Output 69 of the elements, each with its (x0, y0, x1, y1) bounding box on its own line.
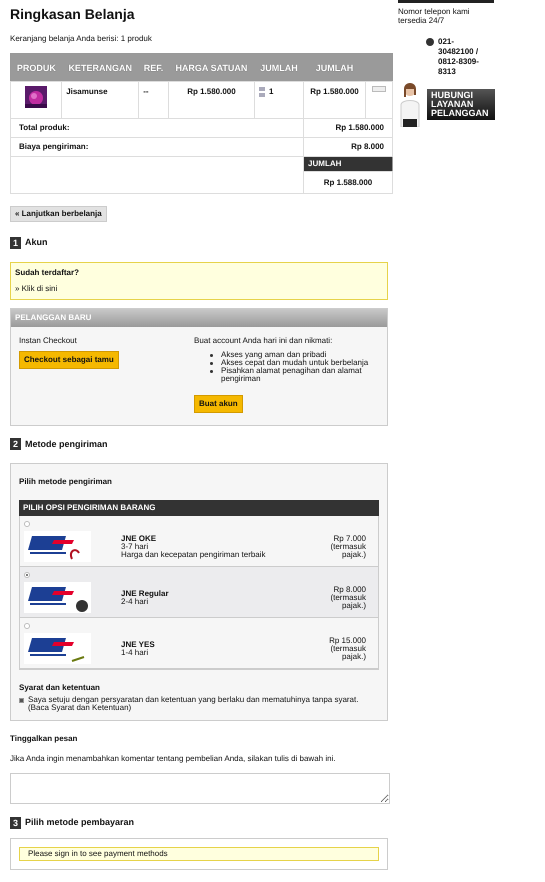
total-label: Total produk: (19, 123, 70, 132)
phone-label: Nomor telepon kami tersedia 24/7 (398, 7, 471, 25)
message-hint: Jika Anda ingin menambahkan komentar tentang pembelian Anda, silakan tulis di bawah ini. (10, 753, 337, 765)
step-number: 2 (10, 438, 22, 450)
column-header: JUMLAH (304, 54, 366, 82)
shipping-prompt: Pilih metode pengiriman (19, 476, 113, 488)
terms-title: Syarat dan ketentuan (19, 682, 101, 694)
unit-price: Rp 1.580.000 (187, 87, 236, 96)
column-header: REF. (138, 54, 168, 82)
option-detail: 3-7 hari (121, 542, 150, 550)
phone-icon (426, 38, 434, 46)
total-label: Biaya pengiriman: (19, 142, 88, 151)
phone-number: 021-30482100 / 0812-8309-8313 (438, 37, 480, 77)
section-title: Pilih metode pembayaran (25, 816, 134, 829)
guest-checkout-button[interactable]: Checkout sebagai tamu (19, 350, 119, 368)
continue-shopping-button[interactable]: « Lanjutkan berbelanja (10, 206, 107, 222)
cart-summary-text: Keranjang belanja Anda berisi: 1 produk (10, 33, 153, 45)
benefit-item: Pisahkan alamat penagihan dan alamat pengiriman (221, 366, 362, 382)
bullet-icon (210, 354, 213, 356)
payment-notice: Please sign in to see payment methods (19, 846, 379, 860)
radio-button[interactable] (24, 521, 30, 527)
benefits-intro: Buat account Anda hari ini dan nikmati: (194, 334, 334, 346)
courier-logo (24, 582, 91, 613)
column-header: PRODUK (10, 54, 62, 82)
product-ref: -- (143, 87, 149, 96)
courier-logo (24, 633, 91, 664)
option-price: Rp 8.000 (termasuk pajak.) (329, 586, 366, 610)
bullet-icon (210, 362, 213, 364)
options-header: PILIH OPSI PENGIRIMAN BARANG (19, 500, 379, 516)
login-link[interactable]: » Klik di sini (15, 282, 383, 294)
page-title: Ringkasan Belanja (10, 5, 136, 24)
benefit-item: Akses yang aman dan pribadi (221, 350, 326, 358)
bullet-icon (210, 370, 213, 372)
column-header: JUMLAH (254, 54, 304, 82)
radio-button[interactable] (24, 572, 30, 578)
column-header: HARGA SATUAN (168, 54, 255, 82)
step-number: 1 (10, 236, 22, 249)
registered-title: Sudah terdaftar? (15, 266, 80, 278)
column-header: KETERANGAN (62, 54, 139, 82)
option-price: Rp 7.000 (termasuk pajak.) (329, 534, 366, 558)
grand-total-value: Rp 1.588.000 (324, 178, 372, 186)
line-total: Rp 1.580.000 (310, 87, 359, 96)
total-value: Rp 8.000 (351, 142, 384, 151)
message-field[interactable] (10, 773, 390, 804)
option-price: Rp 15.000 (termasuk pajak.) (328, 636, 366, 660)
message-title: Tinggalkan pesan (10, 733, 78, 745)
contact-button[interactable]: HUBUNGI LAYANAN PELANGGAN (427, 89, 495, 120)
option-name: JNE OKE (121, 534, 158, 542)
instant-checkout-label: Instan Checkout (19, 334, 78, 346)
benefit-item: Akses cepat dan mudah untuk berbelanja (221, 358, 368, 366)
terms-text: Saya setuju dengan persyaratan dan ketentuan yang berlaku dan mematuhinya tanpa syarat. (Baca Syarat dan Ketentuan) (28, 696, 360, 712)
option-detail: Harga dan kecepatan pengiriman terbaik (121, 550, 267, 558)
panel-header: PELANGGAN BARU (11, 308, 387, 326)
option-name: JNE YES (121, 640, 156, 648)
grand-total-label: JUMLAH (308, 159, 342, 168)
option-detail: 2-4 hari (121, 598, 148, 606)
create-account-button[interactable]: Buat akun (194, 394, 243, 412)
section-title: Akun (25, 236, 48, 249)
option-name: JNE Regular (121, 590, 170, 598)
section-title: Metode pengiriman (25, 438, 108, 451)
total-value: Rp 1.580.000 (336, 123, 384, 132)
terms-link[interactable]: (Baca Syarat dan Ketentuan) (28, 703, 132, 712)
courier-logo (24, 531, 91, 562)
product-name: Jisamunse (66, 87, 108, 96)
option-detail: 1-4 hari (121, 648, 150, 656)
step-number: 3 (10, 816, 22, 829)
quantity: 1 (269, 86, 274, 98)
radio-button[interactable] (24, 623, 30, 629)
terms-checkbox[interactable] (19, 698, 24, 703)
